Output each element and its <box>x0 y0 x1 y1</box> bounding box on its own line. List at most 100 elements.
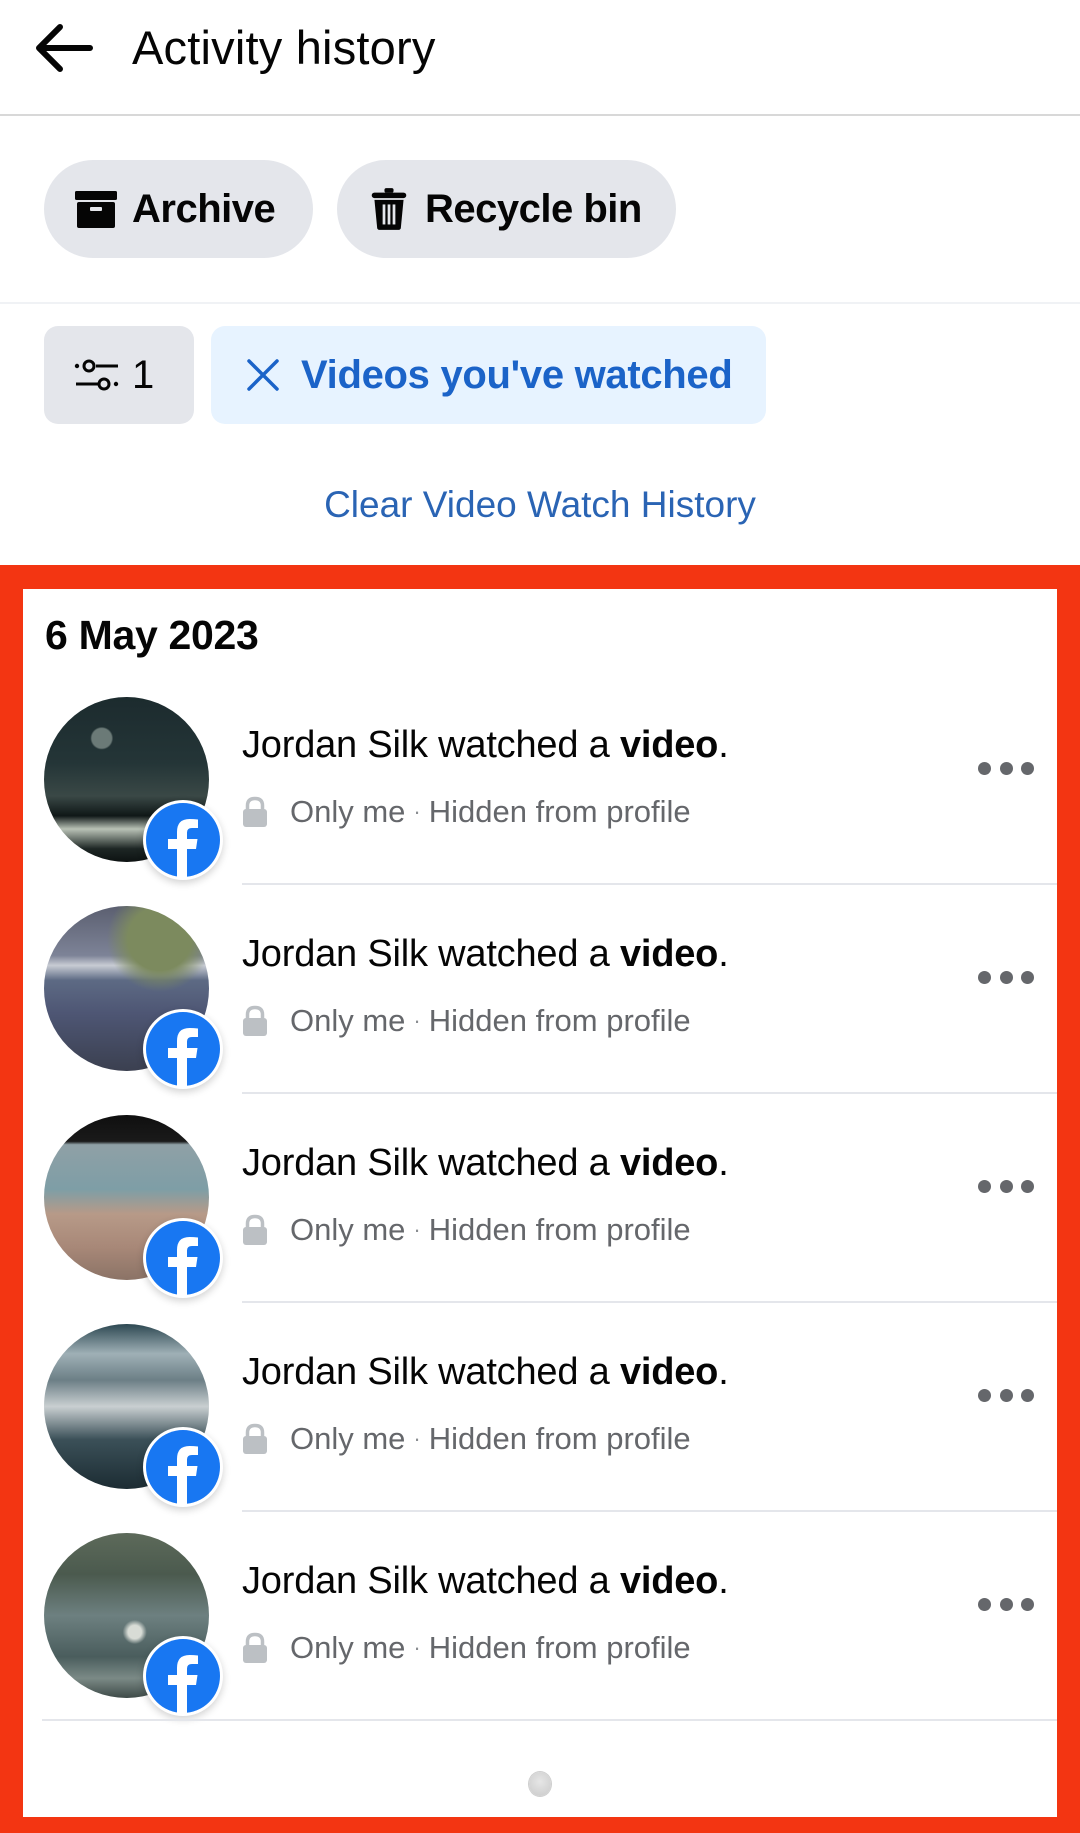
separator-dot: · <box>413 1008 421 1033</box>
activity-description: Jordan Silk watched a video. <box>242 933 729 976</box>
more-dot <box>999 1597 1013 1611</box>
more-options-button[interactable] <box>978 753 1034 783</box>
section-divider <box>0 302 1080 304</box>
arrow-left-icon <box>36 24 93 72</box>
lock-icon <box>243 1005 267 1036</box>
object-text: video <box>619 1142 719 1184</box>
audience-label: Only me <box>290 1421 406 1456</box>
separator-dot: · <box>413 1426 421 1451</box>
actor-name: Jordan Silk <box>242 1560 428 1602</box>
row-divider <box>242 883 1057 885</box>
privacy-meta: Only me · Hidden from profile <box>242 1003 691 1039</box>
action-text: watched a <box>427 1142 620 1184</box>
recycle-bin-label: Recycle bin <box>425 186 642 231</box>
object-text: video <box>619 724 719 766</box>
more-dot <box>999 761 1013 775</box>
audience-label: Only me <box>290 1212 406 1247</box>
end-text: . <box>718 1560 729 1602</box>
end-text: . <box>718 1351 729 1393</box>
activity-list-item[interactable]: Jordan Silk watched a video. Only me · H… <box>23 1324 1057 1533</box>
activity-description: Jordan Silk watched a video. <box>242 1351 729 1394</box>
more-dot <box>1021 1179 1034 1193</box>
audience-label: Only me <box>290 1630 406 1665</box>
object-text: video <box>619 933 719 975</box>
object-text: video <box>619 1560 719 1602</box>
page-title: Activity history <box>132 21 436 74</box>
audience-label: Only me <box>290 794 406 829</box>
more-options-button[interactable] <box>978 1380 1034 1410</box>
privacy-meta: Only me · Hidden from profile <box>242 1212 691 1248</box>
audience-label: Only me <box>290 1003 406 1038</box>
archive-label: Archive <box>132 186 276 231</box>
lock-icon <box>243 1423 267 1454</box>
facebook-icon <box>143 1218 223 1298</box>
activity-description: Jordan Silk watched a video. <box>242 724 729 767</box>
clear-video-watch-history-link[interactable]: Clear Video Watch History <box>0 484 1080 526</box>
close-icon[interactable] <box>245 357 281 393</box>
action-text: watched a <box>427 1560 620 1602</box>
privacy-meta: Only me · Hidden from profile <box>242 1630 691 1666</box>
more-dot <box>999 1388 1013 1402</box>
end-text: . <box>718 724 729 766</box>
archive-box-icon <box>74 187 118 231</box>
visibility-label: Hidden from profile <box>428 1003 691 1038</box>
actor-name: Jordan Silk <box>242 724 428 766</box>
more-dot <box>999 1179 1013 1193</box>
more-dot <box>1021 1388 1034 1402</box>
more-dot <box>999 970 1013 984</box>
more-options-button[interactable] <box>978 1589 1034 1619</box>
privacy-meta: Only me · Hidden from profile <box>242 1421 691 1457</box>
more-dot <box>1021 970 1034 984</box>
activity-list-item[interactable]: Jordan Silk watched a video. Only me · H… <box>23 1533 1057 1742</box>
back-button[interactable] <box>30 18 100 78</box>
activity-description: Jordan Silk watched a video. <box>242 1560 729 1603</box>
row-divider <box>242 1301 1057 1303</box>
archive-button[interactable]: Archive <box>44 160 313 258</box>
action-text: watched a <box>427 724 620 766</box>
facebook-icon <box>143 1009 223 1089</box>
action-text: watched a <box>427 933 620 975</box>
more-dot <box>1021 1597 1034 1611</box>
visibility-label: Hidden from profile <box>428 794 691 829</box>
activity-list-item[interactable]: Jordan Silk watched a video. Only me · H… <box>23 906 1057 1115</box>
actor-name: Jordan Silk <box>242 933 428 975</box>
filter-chip-label: Videos you've watched <box>301 352 733 397</box>
more-options-icon <box>978 1179 991 1193</box>
visibility-label: Hidden from profile <box>428 1421 691 1456</box>
lock-icon <box>243 796 267 827</box>
activity-description: Jordan Silk watched a video. <box>242 1142 729 1185</box>
activity-list-item[interactable]: Jordan Silk watched a video. Only me · H… <box>23 697 1057 906</box>
end-text: . <box>718 933 729 975</box>
videos-watched-filter-chip[interactable]: Videos you've watched <box>211 326 766 424</box>
recycle-bin-button[interactable]: Recycle bin <box>337 160 676 258</box>
more-options-button[interactable] <box>978 962 1034 992</box>
spinner-icon <box>529 1772 551 1796</box>
visibility-label: Hidden from profile <box>428 1212 691 1247</box>
more-options-icon <box>978 970 991 984</box>
actor-name: Jordan Silk <box>242 1142 428 1184</box>
more-options-button[interactable] <box>978 1171 1034 1201</box>
active-filter-count: 1 <box>132 352 155 397</box>
more-options-icon <box>978 1597 991 1611</box>
more-dot <box>1021 761 1034 775</box>
actor-name: Jordan Silk <box>242 1351 428 1393</box>
row-divider <box>242 1510 1057 1512</box>
top-app-bar: Activity history <box>0 0 1080 115</box>
row-divider <box>42 1719 1057 1721</box>
facebook-icon <box>143 1427 223 1507</box>
object-text: video <box>619 1351 719 1393</box>
lock-icon <box>243 1632 267 1663</box>
date-header: 6 May 2023 <box>45 612 259 658</box>
separator-dot: · <box>413 1635 421 1660</box>
action-text: watched a <box>427 1351 620 1393</box>
visibility-label: Hidden from profile <box>428 1630 691 1665</box>
filter-settings-button[interactable]: 1 <box>44 326 194 424</box>
separator-dot: · <box>413 799 421 824</box>
end-text: . <box>718 1142 729 1184</box>
facebook-icon <box>143 1636 223 1716</box>
separator-dot: · <box>413 1217 421 1242</box>
trash-icon <box>367 187 411 231</box>
lock-icon <box>243 1214 267 1245</box>
row-divider <box>242 1092 1057 1094</box>
activity-list-item[interactable]: Jordan Silk watched a video. Only me · H… <box>23 1115 1057 1324</box>
